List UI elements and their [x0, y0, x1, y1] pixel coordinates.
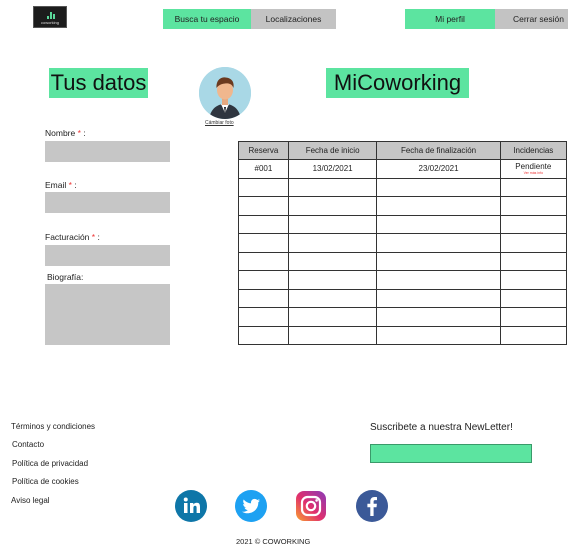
table-row: [238, 233, 568, 253]
table-row: [238, 251, 568, 271]
cell-start-date: 13/02/2021: [287, 159, 378, 179]
nav-find-space[interactable]: Busca tu espacio: [163, 9, 251, 29]
table-row[interactable]: #001 13/02/2021 23/02/2021 Pendiente Ver…: [238, 159, 568, 179]
cell-end-date: 23/02/2021: [376, 159, 501, 179]
table-row: [238, 214, 568, 234]
linkedin-icon[interactable]: [175, 490, 207, 522]
page-title-user-data: Tus datos: [49, 68, 148, 98]
user-avatar-icon: [199, 67, 251, 119]
reservations-table: Reserva Fecha de inicio Fecha de finaliz…: [238, 141, 568, 345]
page-title-micoworking: MiCoworking: [326, 68, 469, 98]
col-header-start-date: Fecha de inicio: [287, 141, 378, 160]
table-row: [238, 177, 568, 197]
col-header-end-date: Fecha de finalización: [376, 141, 501, 160]
table-row: [238, 196, 568, 216]
table-header-row: Reserva Fecha de inicio Fecha de finaliz…: [238, 141, 568, 160]
table-row: [238, 325, 568, 345]
copyright: 2021 © COWORKING: [236, 537, 311, 546]
email-field[interactable]: [45, 192, 170, 213]
avatar[interactable]: [199, 67, 251, 119]
nav-logout[interactable]: Cerrar sesión: [495, 9, 568, 29]
col-header-incidents: Incidencias: [499, 141, 568, 160]
billing-field[interactable]: [45, 245, 170, 266]
more-info-link[interactable]: Ver más info: [501, 171, 566, 175]
footer-link-cookies[interactable]: Política de cookies: [12, 477, 79, 486]
newsletter-input[interactable]: [370, 444, 532, 463]
newsletter-label: Suscribete a nuestra NewLetter!: [370, 422, 513, 433]
instagram-icon[interactable]: [295, 490, 327, 522]
facebook-icon[interactable]: [356, 490, 388, 522]
footer-link-legal[interactable]: Aviso legal: [11, 496, 50, 505]
change-photo-link[interactable]: Cámbiar foto: [205, 120, 234, 126]
bio-textarea[interactable]: [45, 284, 170, 345]
nav-profile[interactable]: Mi perfil: [405, 9, 495, 29]
table-row: [238, 288, 568, 308]
cell-reserva: #001: [238, 159, 289, 179]
footer-link-contact[interactable]: Contacto: [12, 440, 44, 449]
footer-link-privacy[interactable]: Política de privacidad: [12, 459, 88, 468]
logo[interactable]: coworking: [33, 6, 67, 28]
name-label: Nombre * :: [45, 128, 86, 138]
col-header-reserva: Reserva: [238, 141, 289, 160]
incident-status: Pendiente: [515, 162, 552, 172]
footer-link-terms[interactable]: Términos y condiciones: [11, 422, 95, 431]
billing-label: Facturación * :: [45, 232, 100, 242]
logo-text: coworking: [40, 20, 59, 25]
nav-locations[interactable]: Localizaciones: [251, 9, 336, 29]
name-field[interactable]: [45, 141, 170, 162]
cell-incidents: Pendiente Ver más info: [499, 159, 568, 179]
logo-bars-icon: [47, 12, 56, 19]
email-label: Email * :: [45, 180, 77, 190]
bio-label: Biografía:: [47, 272, 84, 282]
table-row: [238, 270, 568, 290]
table-row: [238, 307, 568, 327]
twitter-icon[interactable]: [235, 490, 267, 522]
